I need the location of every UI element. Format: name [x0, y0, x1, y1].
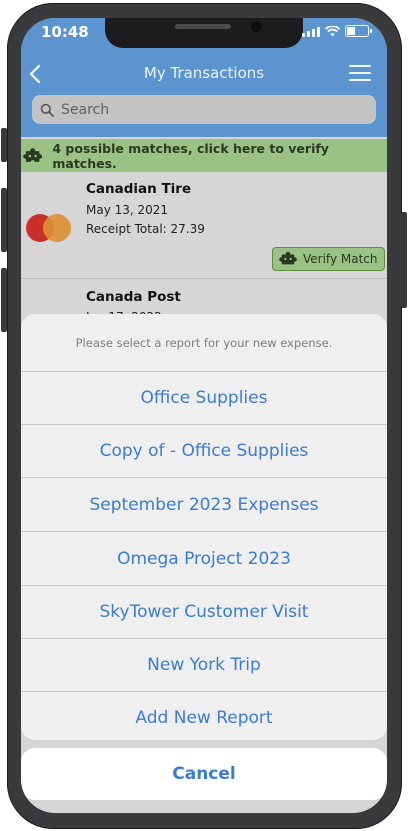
search-bar[interactable] — [32, 95, 376, 124]
search-icon — [40, 103, 54, 117]
side-button-volume-up — [1, 188, 7, 252]
status-time: 10:48 — [41, 23, 89, 41]
verify-match-button[interactable]: Verify Match — [272, 247, 385, 271]
report-option-skytower-visit[interactable]: SkyTower Customer Visit — [21, 586, 387, 639]
puzzle-icon — [23, 147, 43, 165]
mastercard-icon — [26, 214, 72, 242]
hamburger-menu-icon[interactable] — [349, 65, 371, 81]
search-input[interactable] — [59, 100, 353, 119]
side-button-silent — [1, 128, 7, 162]
camera — [251, 21, 262, 32]
transaction-date: May 13, 2021 — [86, 203, 169, 217]
banner-text: 4 possible matches, click here to verify… — [52, 140, 329, 171]
screen: 10:48 My Transactions Search 4 possible … — [21, 18, 387, 813]
signal-icon — [302, 26, 320, 37]
action-sheet-title: Please select a report for your new expe… — [21, 314, 387, 372]
speaker — [175, 24, 231, 29]
puzzle-icon — [279, 251, 297, 265]
report-option-office-supplies[interactable]: Office Supplies — [21, 372, 387, 425]
notch — [105, 18, 303, 48]
side-button-volume-down — [1, 268, 7, 332]
status-icons — [302, 25, 372, 37]
matches-banner[interactable]: 4 possible matches, click here to verify… — [21, 139, 387, 172]
add-new-report-button[interactable]: Add New Report — [21, 692, 387, 740]
app-header: 10:48 My Transactions — [21, 18, 387, 137]
receipt-total: Receipt Total: 27.39 — [86, 222, 205, 236]
report-option-september-2023[interactable]: September 2023 Expenses — [21, 478, 387, 532]
report-action-sheet: Please select a report for your new expe… — [21, 314, 387, 740]
battery-icon — [345, 25, 372, 37]
merchant-name: Canada Post — [86, 289, 181, 305]
side-button-power — [401, 212, 407, 308]
report-option-omega-project[interactable]: Omega Project 2023 — [21, 532, 387, 586]
report-option-new-york-trip[interactable]: New York Trip — [21, 639, 387, 692]
verify-match-label: Verify Match — [303, 252, 378, 266]
merchant-name: Canadian Tire — [86, 181, 192, 197]
cancel-button[interactable]: Cancel — [21, 748, 387, 800]
report-option-copy-office-supplies[interactable]: Copy of - Office Supplies — [21, 425, 387, 478]
page-title: My Transactions — [143, 64, 265, 82]
wifi-icon — [325, 26, 340, 37]
